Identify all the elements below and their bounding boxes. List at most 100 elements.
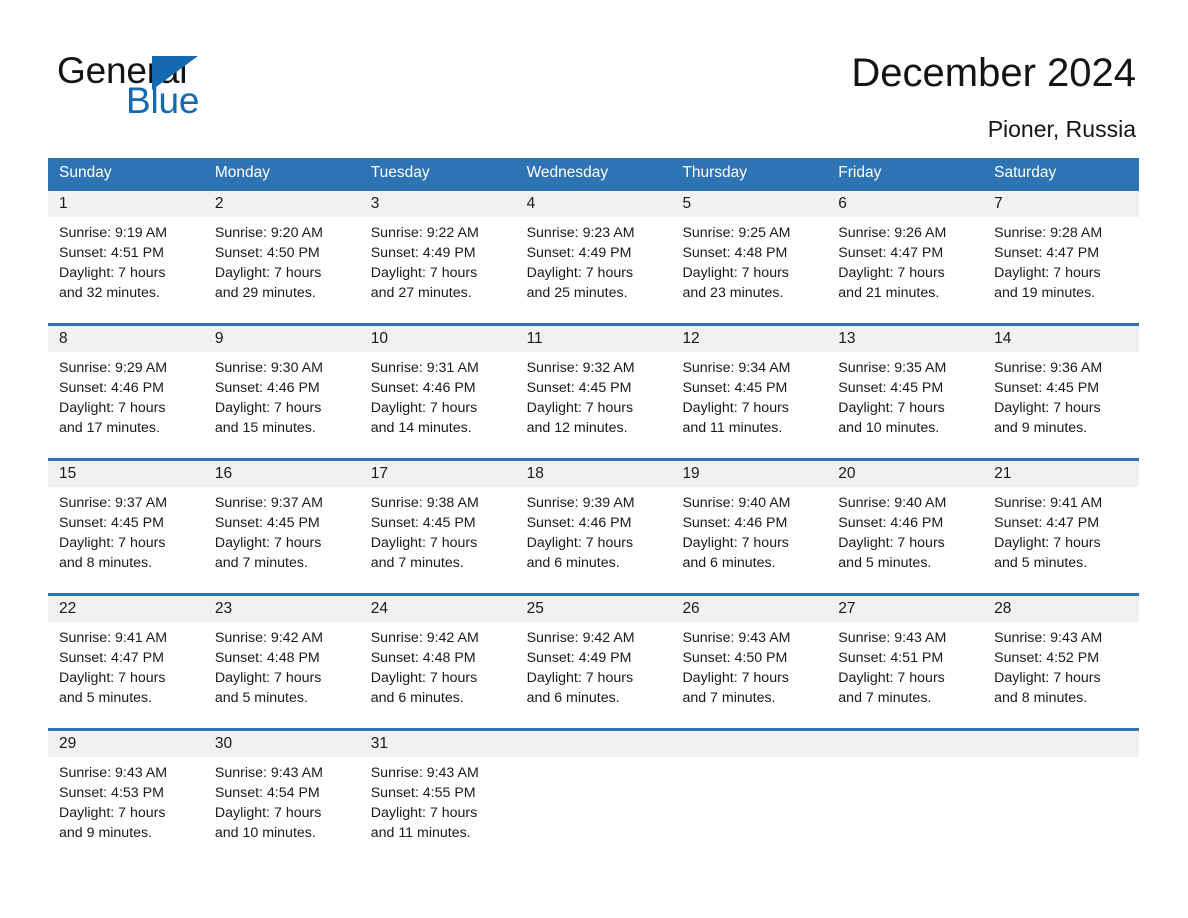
- daylight-duration-line2: and 6 minutes.: [526, 555, 620, 571]
- sunrise-time: Sunrise: 9:39 AM: [526, 495, 635, 511]
- calendar-day-cell[interactable]: 30 Sunrise: 9:43 AM Sunset: 4:54 PM Dayligh…: [203, 731, 360, 858]
- daylight-duration-line2: and 29 minutes.: [214, 285, 316, 301]
- daylight-duration-line2: and 6 minutes.: [370, 690, 464, 706]
- weekday-header-monday: Monday: [214, 164, 271, 181]
- sunrise-time: Sunrise: 9:40 AM: [838, 495, 947, 511]
- day-details: Sunrise: 9:43 AM Sunset: 4:51 PM Daylight:…: [827, 622, 983, 708]
- day-details: Sunrise: 9:23 AM Sunset: 4:49 PM Daylight:…: [516, 217, 672, 303]
- calendar-day-cell[interactable]: 28 Sunrise: 9:43 AM Sunset: 4:52 PM Dayligh…: [983, 596, 1140, 723]
- daylight-duration-line1: Daylight: 7 hours: [214, 805, 322, 821]
- sunset-time: Sunset: 4:45 PM: [370, 515, 476, 531]
- sunset-time: Sunset: 4:46 PM: [526, 515, 632, 531]
- day-details: Sunrise: 9:19 AM Sunset: 4:51 PM Daylight:…: [48, 217, 204, 303]
- day-details: Sunrise: 9:42 AM Sunset: 4:49 PM Daylight:…: [516, 622, 672, 708]
- sunrise-time: Sunrise: 9:41 AM: [994, 495, 1103, 511]
- daylight-duration-line1: Daylight: 7 hours: [59, 265, 166, 281]
- daylight-duration-line1: Daylight: 7 hours: [59, 805, 166, 821]
- day-details: Sunrise: 9:43 AM Sunset: 4:54 PM Daylight:…: [204, 757, 360, 843]
- calendar-cell-empty: [671, 731, 828, 858]
- calendar-day-cell[interactable]: 20 Sunrise: 9:40 AM Sunset: 4:46 PM Dayligh…: [827, 461, 984, 588]
- location-subtitle: Pioner, Russia: [987, 116, 1136, 142]
- sunset-time: Sunset: 4:48 PM: [682, 245, 788, 261]
- calendar-day-cell[interactable]: 9 Sunrise: 9:30 AM Sunset: 4:46 PM Daylight…: [203, 326, 360, 453]
- daylight-duration-line2: and 7 minutes.: [838, 690, 932, 706]
- calendar-day-cell[interactable]: 8 Sunrise: 9:29 AM Sunset: 4:46 PM Daylight…: [48, 326, 204, 453]
- sunrise-time: Sunrise: 9:19 AM: [59, 225, 168, 241]
- sunset-time: Sunset: 4:46 PM: [214, 380, 320, 396]
- calendar-day-cell[interactable]: 11 Sunrise: 9:32 AM Sunset: 4:45 PM Dayligh…: [515, 326, 672, 453]
- calendar-day-cell[interactable]: 5 Sunrise: 9:25 AM Sunset: 4:48 PM Daylight…: [671, 191, 828, 318]
- week-cells: 22 Sunrise: 9:41 AM Sunset: 4:47 PM Dayligh…: [48, 596, 1140, 723]
- calendar-day-cell[interactable]: 12 Sunrise: 9:34 AM Sunset: 4:45 PM Dayligh…: [671, 326, 828, 453]
- day-details: Sunrise: 9:30 AM Sunset: 4:46 PM Daylight:…: [204, 352, 360, 438]
- calendar-day-cell[interactable]: 26 Sunrise: 9:43 AM Sunset: 4:50 PM Dayligh…: [671, 596, 828, 723]
- sunrise-time: Sunrise: 9:31 AM: [370, 360, 479, 376]
- calendar-day-cell[interactable]: 18 Sunrise: 9:39 AM Sunset: 4:46 PM Dayligh…: [515, 461, 672, 588]
- sunset-time: Sunset: 4:45 PM: [994, 380, 1100, 396]
- sunrise-time: Sunrise: 9:43 AM: [59, 765, 168, 781]
- calendar-day-cell[interactable]: 6 Sunrise: 9:26 AM Sunset: 4:47 PM Daylight…: [827, 191, 984, 318]
- day-details: Sunrise: 9:40 AM Sunset: 4:46 PM Daylight:…: [671, 487, 827, 573]
- day-number: 19: [671, 461, 828, 487]
- day-number: 14: [983, 326, 1140, 352]
- sunrise-time: Sunrise: 9:30 AM: [214, 360, 323, 376]
- calendar-day-cell[interactable]: 4 Sunrise: 9:23 AM Sunset: 4:49 PM Daylight…: [515, 191, 672, 318]
- calendar-day-cell[interactable]: 3 Sunrise: 9:22 AM Sunset: 4:49 PM Daylight…: [359, 191, 516, 318]
- daylight-duration-line1: Daylight: 7 hours: [370, 265, 478, 281]
- calendar-day-cell[interactable]: 22 Sunrise: 9:41 AM Sunset: 4:47 PM Dayligh…: [48, 596, 204, 723]
- day-number: 24: [359, 596, 516, 622]
- calendar-day-cell[interactable]: 21 Sunrise: 9:41 AM Sunset: 4:47 PM Dayligh…: [983, 461, 1140, 588]
- calendar-day-cell[interactable]: 7 Sunrise: 9:28 AM Sunset: 4:47 PM Daylight…: [983, 191, 1140, 318]
- calendar-day-cell[interactable]: 25 Sunrise: 9:42 AM Sunset: 4:49 PM Dayligh…: [515, 596, 672, 723]
- calendar-day-cell[interactable]: 31 Sunrise: 9:43 AM Sunset: 4:55 PM Dayligh…: [359, 731, 516, 858]
- daylight-duration-line2: and 6 minutes.: [682, 555, 776, 571]
- calendar-day-cell[interactable]: 23 Sunrise: 9:42 AM Sunset: 4:48 PM Dayligh…: [203, 596, 360, 723]
- calendar-weeks: 1 Sunrise: 9:19 AM Sunset: 4:51 PM Daylight…: [48, 188, 1140, 858]
- calendar-day-cell[interactable]: 1 Sunrise: 9:19 AM Sunset: 4:51 PM Daylight…: [48, 191, 204, 318]
- calendar-day-cell[interactable]: 24 Sunrise: 9:42 AM Sunset: 4:48 PM Dayligh…: [359, 596, 516, 723]
- day-number: 31: [359, 731, 516, 757]
- calendar-day-cell[interactable]: 29 Sunrise: 9:43 AM Sunset: 4:53 PM Dayligh…: [48, 731, 204, 858]
- daylight-duration-line1: Daylight: 7 hours: [526, 535, 634, 551]
- day-number: 7: [983, 191, 1140, 217]
- daylight-duration-line2: and 7 minutes.: [214, 555, 308, 571]
- sunrise-time: Sunrise: 9:29 AM: [59, 360, 168, 376]
- weekday-header-row: Sunday Monday Tuesday Wednesday Thursday…: [48, 158, 1139, 188]
- daylight-duration-line1: Daylight: 7 hours: [994, 400, 1101, 416]
- daylight-duration-line1: Daylight: 7 hours: [994, 670, 1101, 686]
- sunrise-time: Sunrise: 9:25 AM: [682, 225, 791, 241]
- sunset-time: Sunset: 4:50 PM: [214, 245, 320, 261]
- calendar-day-cell[interactable]: 16 Sunrise: 9:37 AM Sunset: 4:45 PM Dayligh…: [203, 461, 360, 588]
- calendar-table: Sunday Monday Tuesday Wednesday Thursday…: [48, 158, 1140, 858]
- day-number: 28: [983, 596, 1140, 622]
- day-number: 4: [515, 191, 672, 217]
- sunset-time: Sunset: 4:49 PM: [526, 245, 632, 261]
- daylight-duration-line2: and 21 minutes.: [838, 285, 940, 301]
- day-number: 20: [827, 461, 984, 487]
- daylight-duration-line2: and 19 minutes.: [994, 285, 1096, 301]
- daylight-duration-line1: Daylight: 7 hours: [838, 670, 945, 686]
- day-details: Sunrise: 9:35 AM Sunset: 4:45 PM Daylight:…: [827, 352, 983, 438]
- calendar-day-cell[interactable]: 27 Sunrise: 9:43 AM Sunset: 4:51 PM Dayligh…: [827, 596, 984, 723]
- day-details: Sunrise: 9:42 AM Sunset: 4:48 PM Daylight:…: [204, 622, 360, 708]
- sunrise-time: Sunrise: 9:41 AM: [59, 630, 168, 646]
- calendar-day-cell[interactable]: 10 Sunrise: 9:31 AM Sunset: 4:46 PM Dayligh…: [359, 326, 516, 453]
- calendar-day-cell[interactable]: 19 Sunrise: 9:40 AM Sunset: 4:46 PM Dayligh…: [671, 461, 828, 588]
- calendar-day-cell[interactable]: 17 Sunrise: 9:38 AM Sunset: 4:45 PM Dayligh…: [359, 461, 516, 588]
- day-details: Sunrise: 9:34 AM Sunset: 4:45 PM Daylight:…: [671, 352, 827, 438]
- general-blue-logo[interactable]: General Blue: [57, 52, 317, 122]
- daylight-duration-line2: and 8 minutes.: [994, 690, 1088, 706]
- daylight-duration-line2: and 11 minutes.: [682, 420, 783, 436]
- daylight-duration-line2: and 10 minutes.: [214, 825, 316, 841]
- calendar-day-cell[interactable]: 13 Sunrise: 9:35 AM Sunset: 4:45 PM Dayligh…: [827, 326, 984, 453]
- calendar-day-cell[interactable]: 15 Sunrise: 9:37 AM Sunset: 4:45 PM Dayligh…: [48, 461, 204, 588]
- calendar-day-cell[interactable]: 14 Sunrise: 9:36 AM Sunset: 4:45 PM Dayligh…: [983, 326, 1140, 453]
- week-cells: 15 Sunrise: 9:37 AM Sunset: 4:45 PM Dayligh…: [48, 461, 1140, 588]
- daylight-duration-line1: Daylight: 7 hours: [59, 535, 166, 551]
- sunrise-time: Sunrise: 9:28 AM: [994, 225, 1103, 241]
- sunrise-time: Sunrise: 9:42 AM: [214, 630, 323, 646]
- sunset-time: Sunset: 4:54 PM: [214, 785, 320, 801]
- sunrise-time: Sunrise: 9:40 AM: [682, 495, 791, 511]
- calendar-day-cell[interactable]: 2 Sunrise: 9:20 AM Sunset: 4:50 PM Daylight…: [203, 191, 360, 318]
- daylight-duration-line2: and 5 minutes.: [59, 690, 153, 706]
